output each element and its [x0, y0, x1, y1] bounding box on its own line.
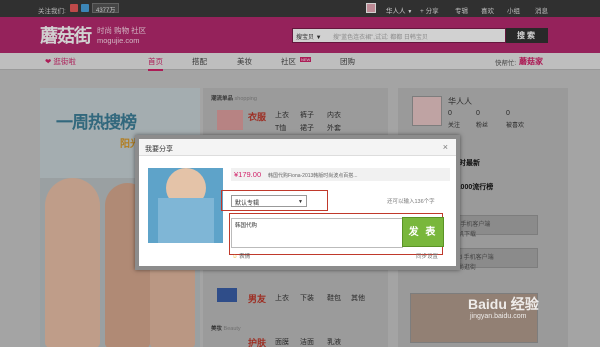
dialog-header[interactable]: 我要分享 × — [139, 139, 456, 156]
chevron-down-icon: ▼ — [298, 199, 303, 205]
close-icon[interactable]: × — [443, 142, 448, 152]
product-title: 韩国代购Fiona-2013韩版时尚波点百搭... — [268, 173, 358, 179]
product-info: ¥179.00 韩国代购Fiona-2013韩版时尚波点百搭... — [231, 168, 450, 181]
album-selected: 默认专辑 — [235, 201, 260, 207]
watermark-url: jingyan.baidu.com — [470, 313, 527, 320]
album-select[interactable]: 默认专辑 ▼ — [231, 195, 307, 207]
char-remaining: 还可以输入136个字 — [387, 199, 435, 205]
product-shirt — [158, 198, 214, 243]
dialog-title: 我要分享 — [145, 146, 173, 153]
comment-text: 韩国代购 — [235, 223, 258, 229]
smiley-icon: ☺ — [232, 254, 238, 260]
product-price: ¥179.00 — [234, 170, 262, 179]
emoji-button[interactable]: ☺ 表情 — [232, 252, 250, 260]
publish-button[interactable]: 发 表 — [402, 217, 444, 247]
product-image — [148, 168, 223, 243]
share-dialog: 我要分享 × ¥179.00 韩国代购Fiona-2013韩版时尚波点百搭...… — [135, 135, 460, 270]
comment-textarea[interactable]: 韩国代购 — [231, 218, 403, 248]
sync-settings-link[interactable]: 同步设置 — [416, 252, 438, 260]
emoji-label: 表情 — [239, 254, 251, 260]
watermark-logo: Baidu 经验 — [468, 296, 539, 312]
